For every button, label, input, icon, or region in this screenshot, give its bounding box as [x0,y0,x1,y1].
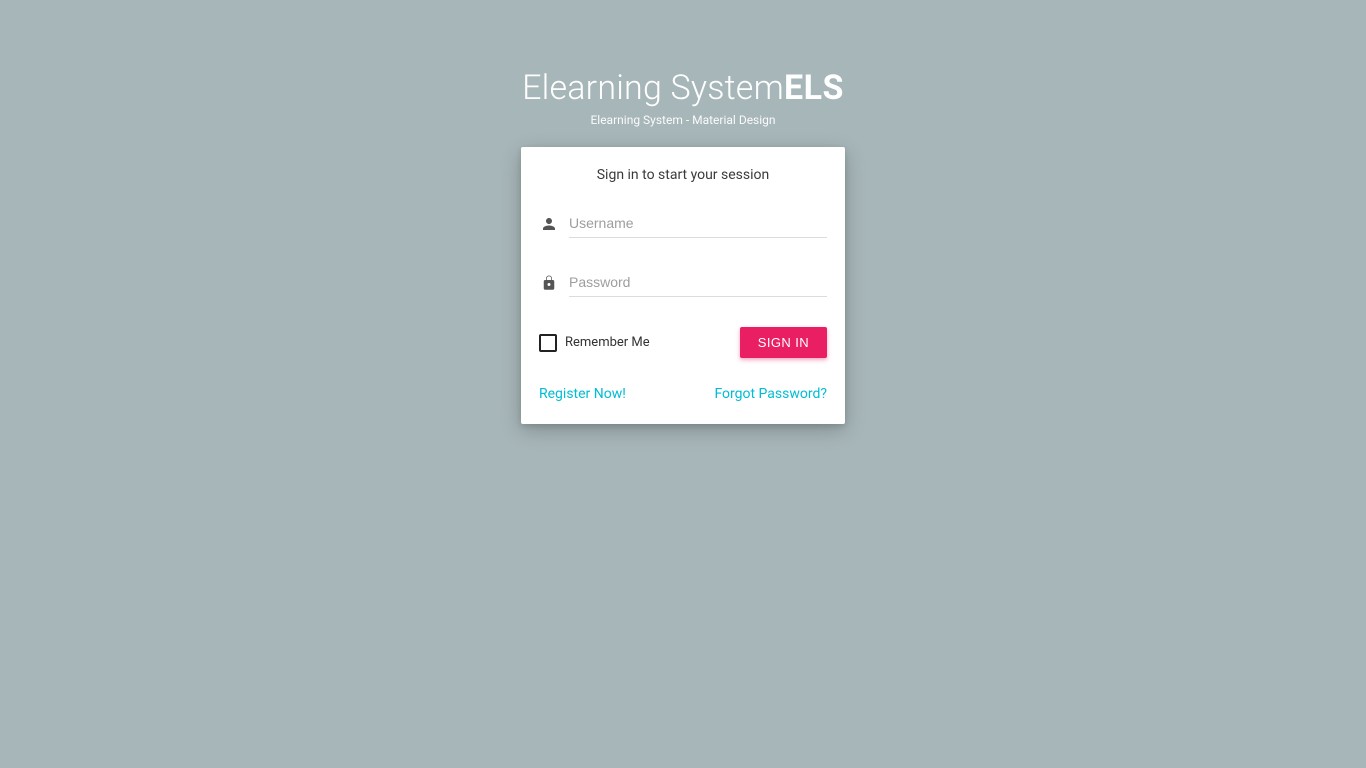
lock-icon [539,274,559,292]
remember-me-label: Remember Me [565,335,650,350]
person-icon [539,215,559,233]
username-field [539,209,827,238]
forgot-password-link[interactable]: Forgot Password? [714,386,827,402]
brand-header: Elearning SystemELS Elearning System - M… [522,70,844,127]
brand-title: Elearning SystemELS [522,70,844,107]
login-page: Elearning SystemELS Elearning System - M… [0,0,1366,424]
password-input[interactable] [569,268,827,297]
sign-in-button[interactable]: SIGN IN [740,327,827,358]
remember-me-checkbox[interactable]: Remember Me [539,334,650,352]
password-field [539,268,827,297]
options-row: Remember Me SIGN IN [539,327,827,358]
brand-title-bold: ELS [784,68,844,108]
username-input[interactable] [569,209,827,238]
login-card: Sign in to start your session Remember M… [521,147,845,424]
aux-links: Register Now! Forgot Password? [539,386,827,402]
register-link[interactable]: Register Now! [539,386,626,402]
brand-subtitle: Elearning System - Material Design [522,113,844,127]
checkbox-box-icon [539,334,557,352]
signin-message: Sign in to start your session [539,167,827,183]
brand-title-light: Elearning System [522,68,784,108]
